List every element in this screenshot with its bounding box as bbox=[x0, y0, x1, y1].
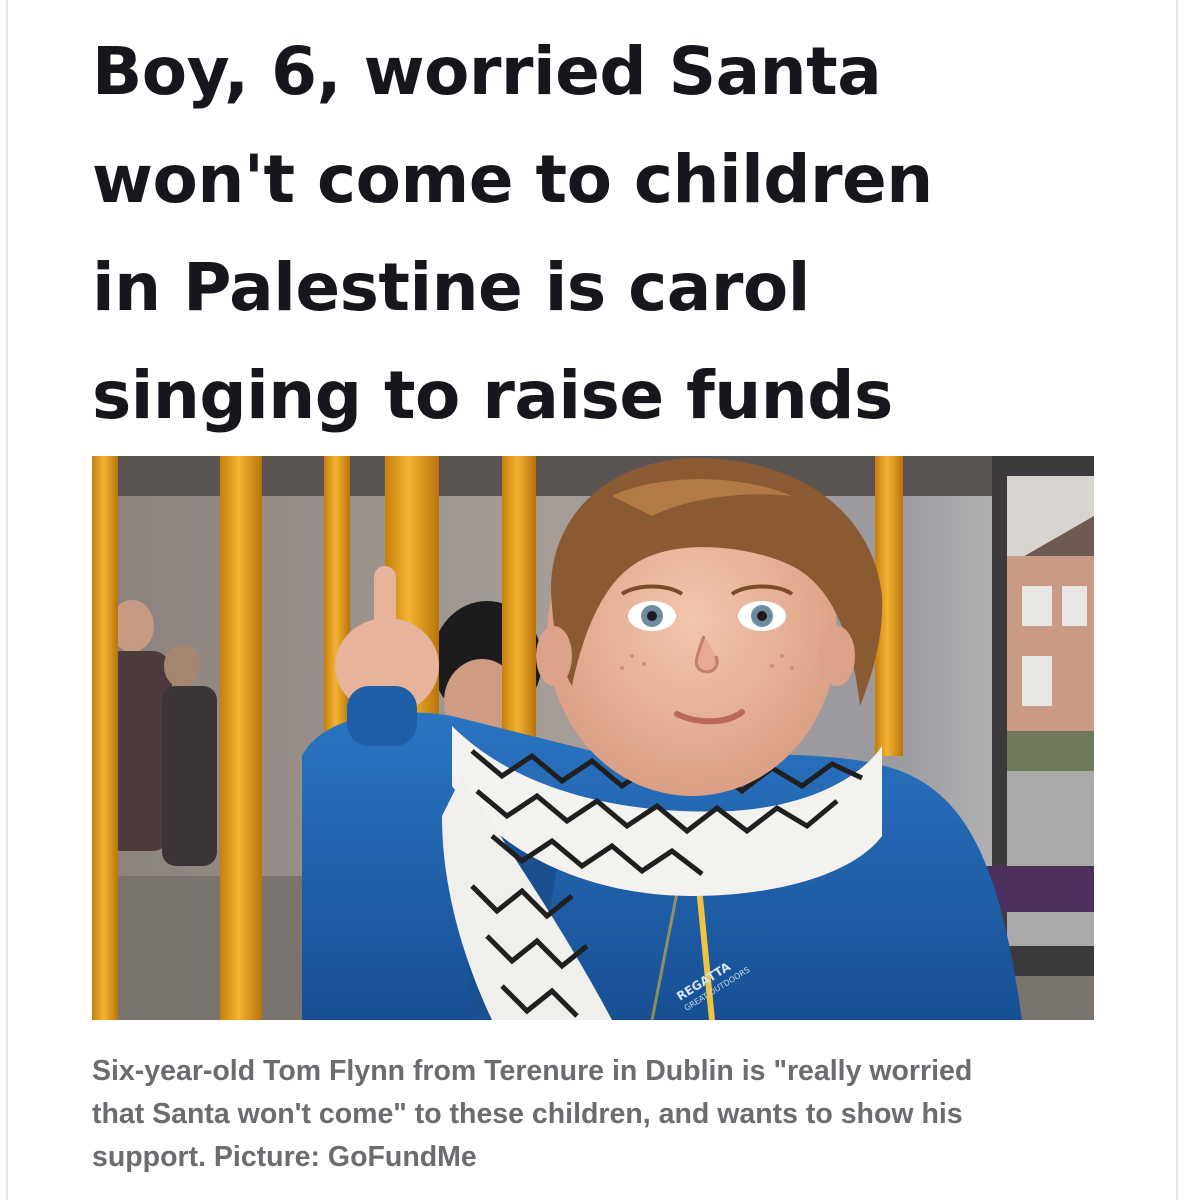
caption-line: support. Picture: GoFundMe bbox=[92, 1141, 477, 1173]
headline-line: singing to raise funds bbox=[92, 357, 893, 434]
article-headline: Boy, 6, worried Santa won't come to chil… bbox=[92, 18, 1092, 450]
headline-line: won't come to children bbox=[92, 141, 933, 218]
headline-line: Boy, 6, worried Santa bbox=[92, 33, 882, 110]
caption-line: that Santa won't come" to these children… bbox=[92, 1098, 963, 1130]
photo-caption: Six-year-old Tom Flynn from Terenure in … bbox=[92, 1050, 1102, 1179]
caption-line: Six-year-old Tom Flynn from Terenure in … bbox=[92, 1055, 973, 1087]
page-border-left bbox=[6, 0, 8, 1200]
article-photo: REGATTA GREAT OUTDOORS bbox=[92, 456, 1094, 1020]
page-border-right bbox=[1176, 0, 1178, 1200]
headline-line: in Palestine is carol bbox=[92, 249, 810, 326]
photo-illustration: REGATTA GREAT OUTDOORS bbox=[92, 456, 1094, 1020]
